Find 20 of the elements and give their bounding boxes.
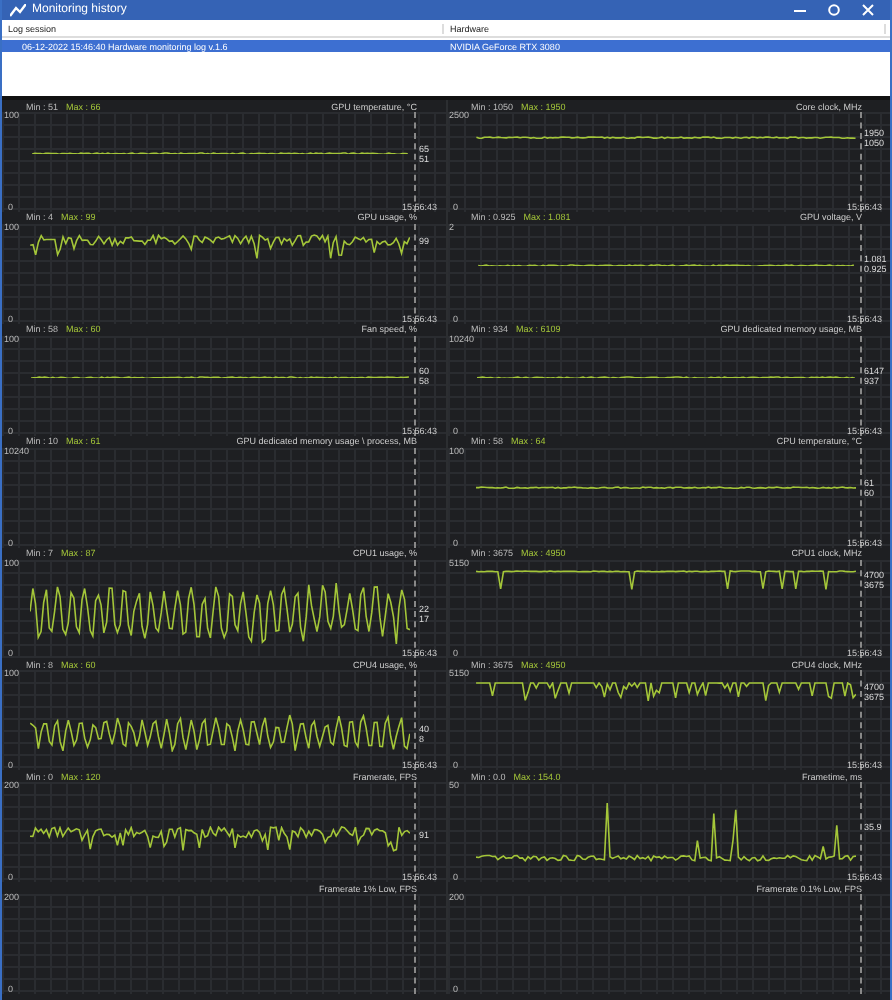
cursor-line	[414, 112, 416, 212]
cursor-line	[859, 782, 861, 883]
cursor-line	[414, 447, 416, 547]
cursor-line	[859, 894, 861, 994]
cursor-line	[414, 782, 416, 883]
cursor-line	[414, 335, 416, 436]
cursor-line	[859, 335, 861, 436]
cursor-line	[414, 559, 416, 659]
cursor-line	[859, 559, 861, 659]
cursor-line	[859, 447, 861, 547]
chart-icon	[10, 3, 26, 17]
cursor-line	[414, 223, 416, 324]
close-icon	[862, 4, 874, 16]
circle-icon	[828, 4, 840, 16]
cursor-line	[859, 223, 861, 324]
cursor-line	[859, 112, 861, 212]
cursor-line	[414, 670, 416, 771]
cursor-line	[414, 894, 416, 994]
minimize-icon	[794, 9, 806, 11]
cursor-line	[859, 670, 861, 771]
